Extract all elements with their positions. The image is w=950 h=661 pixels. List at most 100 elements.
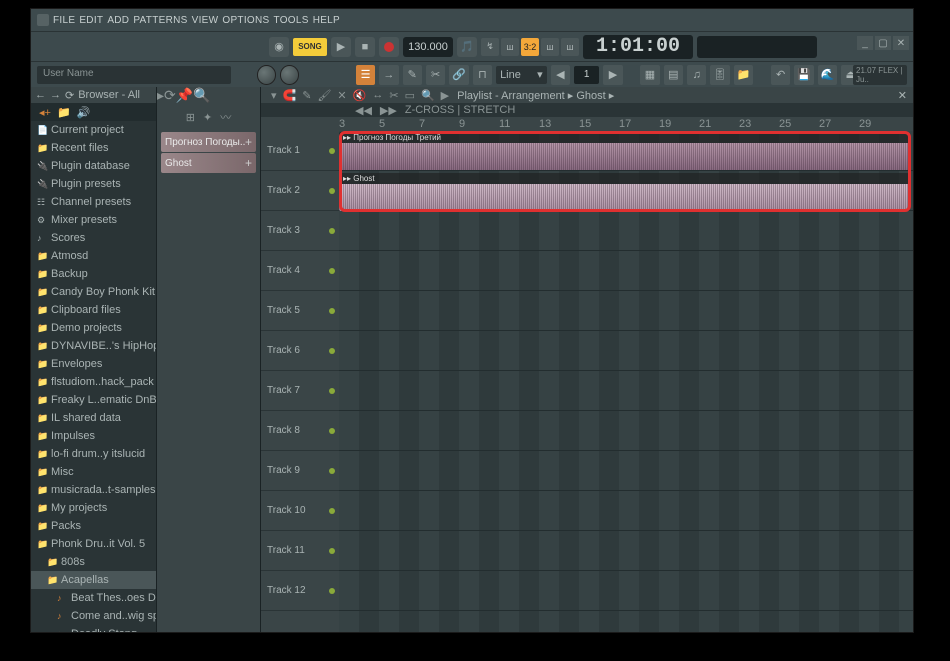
mixer-icon[interactable]: 🎚 xyxy=(710,65,729,85)
browser-item[interactable]: ♪Deadly Stang xyxy=(31,625,156,632)
browser-item[interactable]: 📁Freaky L..ematic DnB xyxy=(31,391,156,409)
reload-icon[interactable]: ⟳ xyxy=(65,89,74,102)
playlist-body[interactable]: Track 1Track 2Track 3Track 4Track 5Track… xyxy=(261,131,913,632)
track-mute-dot[interactable] xyxy=(329,548,335,554)
menu-help[interactable]: HELP xyxy=(313,15,340,26)
track-mute-dot[interactable] xyxy=(329,148,335,154)
grid-icon[interactable]: ⊞ xyxy=(186,111,195,124)
view-playlist-button[interactable]: ☰ xyxy=(356,65,375,85)
save-icon[interactable]: 💾 xyxy=(794,65,813,85)
browser-item[interactable]: 📁Candy Boy Phonk Kit xyxy=(31,283,156,301)
track-mute-dot[interactable] xyxy=(329,588,335,594)
browser-item[interactable]: ♪Come and..wig split xyxy=(31,607,156,625)
picker-search-icon[interactable]: 🔍 xyxy=(193,87,210,104)
volume-knob[interactable] xyxy=(257,65,276,85)
marker-prev-icon[interactable]: ◀◀ xyxy=(355,104,372,117)
playlist-ruler[interactable]: 357911131517192123252729 xyxy=(261,117,913,131)
menu-patterns[interactable]: PATTERNS xyxy=(133,15,187,26)
track-row[interactable] xyxy=(339,371,913,411)
browser-item[interactable]: 📁Packs xyxy=(31,517,156,535)
time-display[interactable]: 1:01:00 xyxy=(583,35,693,59)
pl-paint-icon[interactable]: 🖌 xyxy=(317,89,331,102)
track-label[interactable]: Track 7 xyxy=(261,371,339,411)
audio-clip-2[interactable]: ▸▸ Ghost xyxy=(339,173,909,211)
metronome-icon[interactable]: 🎵 xyxy=(457,37,477,57)
pl-mute-icon[interactable]: 🔇 xyxy=(353,89,367,102)
mode-btn-1[interactable]: ↯ xyxy=(481,38,499,56)
pitch-knob[interactable] xyxy=(280,65,299,85)
menu-view[interactable]: VIEW xyxy=(192,15,219,26)
timeline-opts[interactable]: Z-CROSS | STRETCH xyxy=(405,104,515,116)
browser-item[interactable]: 📁Impulses xyxy=(31,427,156,445)
tool-icon-3[interactable]: ✂ xyxy=(426,65,445,85)
browser-item[interactable]: 📄Current project xyxy=(31,121,156,139)
menu-edit[interactable]: EDIT xyxy=(79,15,103,26)
track-row[interactable] xyxy=(339,491,913,531)
browser-item[interactable]: 📁lo-fi drum..y itslucid xyxy=(31,445,156,463)
mode-btn-5[interactable]: ш xyxy=(561,38,579,56)
browser-arrow-icon[interactable]: ← xyxy=(35,89,46,101)
mode-btn-3[interactable]: 3:2 xyxy=(521,38,539,56)
pl-delete-icon[interactable]: ✕ xyxy=(337,89,346,102)
track-label[interactable]: Track 10 xyxy=(261,491,339,531)
minimize-button[interactable]: _ xyxy=(857,36,873,50)
marker-next-icon[interactable]: ▶▶ xyxy=(380,104,397,117)
browser-item[interactable]: 📁Atmosd xyxy=(31,247,156,265)
pattern-number[interactable]: 1 xyxy=(574,66,599,84)
pl-draw-icon[interactable]: ✎ xyxy=(302,89,311,102)
mode-btn-2[interactable]: ш xyxy=(501,38,519,56)
track-label[interactable]: Track 3 xyxy=(261,211,339,251)
pl-zoom-icon[interactable]: 🔍 xyxy=(421,89,435,102)
menu-options[interactable]: OPTIONS xyxy=(222,15,269,26)
browser-item[interactable]: 📁Phonk Dru..it Vol. 5 xyxy=(31,535,156,553)
track-mute-dot[interactable] xyxy=(329,508,335,514)
track-mute-dot[interactable] xyxy=(329,468,335,474)
browser-item[interactable]: 📁Misc xyxy=(31,463,156,481)
close-button[interactable]: ✕ xyxy=(893,36,909,50)
track-row[interactable] xyxy=(339,451,913,491)
menu-add[interactable]: ADD xyxy=(107,15,129,26)
browser-item[interactable]: 📁Recent files xyxy=(31,139,156,157)
track-label[interactable]: Track 1 xyxy=(261,131,339,171)
step-back-icon[interactable]: ◀ xyxy=(551,65,570,85)
clip-header[interactable]: ▸▸ Прогноз Погоды Третий xyxy=(339,132,909,143)
pl-slip-icon[interactable]: ↔ xyxy=(372,89,383,101)
track-label[interactable]: Track 8 xyxy=(261,411,339,451)
song-mode-button[interactable]: SONG xyxy=(293,38,327,56)
browser-item[interactable]: 🔌Plugin presets xyxy=(31,175,156,193)
track-label[interactable]: Track 6 xyxy=(261,331,339,371)
playlist-close-icon[interactable]: ✕ xyxy=(898,89,907,102)
mode-btn-4[interactable]: ш xyxy=(541,38,559,56)
wave-icon[interactable]: 〰 xyxy=(220,109,231,125)
track-mute-dot[interactable] xyxy=(329,228,335,234)
track-mute-dot[interactable] xyxy=(329,348,335,354)
tool-icon-1[interactable]: → xyxy=(379,65,398,85)
record-button[interactable] xyxy=(379,37,399,57)
track-label[interactable]: Track 11 xyxy=(261,531,339,571)
menu-file[interactable]: FILE xyxy=(53,15,75,26)
panel-icon-2[interactable]: ▤ xyxy=(664,65,683,85)
track-row[interactable] xyxy=(339,411,913,451)
track-label[interactable]: Track 4 xyxy=(261,251,339,291)
tool-icon-2[interactable]: ✎ xyxy=(403,65,422,85)
track-mute-dot[interactable] xyxy=(329,428,335,434)
collapse-icon[interactable]: ◂+ xyxy=(39,106,51,119)
browser-item[interactable]: 📁flstudiom..hack_pack xyxy=(31,373,156,391)
audio-clip-1[interactable]: ▸▸ Прогноз Погоды Третий xyxy=(339,132,909,170)
browser-item[interactable]: 📁My projects xyxy=(31,499,156,517)
track-label[interactable]: Track 5 xyxy=(261,291,339,331)
track-row[interactable] xyxy=(339,571,913,611)
step-fwd-icon[interactable]: ▶ xyxy=(603,65,622,85)
snap-selector[interactable]: Line▾ xyxy=(496,66,547,84)
menu-tools[interactable]: TOOLS xyxy=(273,15,308,26)
pl-slice-icon[interactable]: ✂ xyxy=(389,89,398,102)
stop-button[interactable]: ■ xyxy=(355,37,375,57)
browser-arrow-icon[interactable]: → xyxy=(50,89,61,101)
pl-menu-icon[interactable]: ▾ xyxy=(271,89,277,102)
browser-item[interactable]: 📁Clipboard files xyxy=(31,301,156,319)
pat-song-toggle-icon[interactable]: ◉ xyxy=(269,37,289,57)
pl-magnet-icon[interactable]: 🧲 xyxy=(283,89,297,102)
picker-arrow-icon[interactable]: ▸ xyxy=(157,87,164,104)
browser-item[interactable]: 📁IL shared data xyxy=(31,409,156,427)
track-label[interactable]: Track 12 xyxy=(261,571,339,611)
